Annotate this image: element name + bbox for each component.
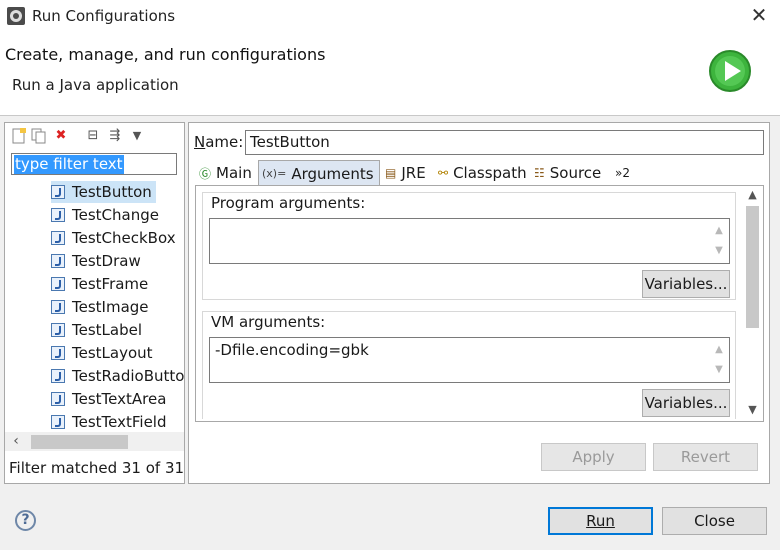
java-app-icon: [51, 277, 65, 291]
java-app-icon: [51, 415, 65, 429]
source-tab-icon: ☷: [534, 166, 545, 180]
vm-variables-button[interactable]: Variables...: [642, 389, 730, 417]
name-label: Name:: [194, 133, 244, 151]
tree-item-label: TestFrame: [72, 275, 149, 293]
classpath-tab-icon: ⚯: [438, 166, 449, 180]
header-subtitle: Run a Java application: [12, 76, 179, 94]
scroll-thumb[interactable]: [31, 435, 128, 449]
config-detail-panel: Name: TestButton Ⓖ Main (x)= Arguments ▤…: [188, 122, 770, 484]
tree-item-label: TestRadioButto: [72, 367, 184, 385]
arguments-tab-content: Program arguments: ▲ ▼ Variables... VM ar…: [195, 185, 764, 422]
filter-placeholder-text: type filter text: [14, 155, 124, 174]
vm-arguments-label: VM arguments:: [211, 313, 326, 331]
filter-icon[interactable]: ⇶: [107, 128, 123, 144]
config-tree: TestButton TestChange TestCheckBox TestDraw…: [5, 181, 184, 433]
java-app-icon: [51, 231, 65, 245]
tree-item-testframe[interactable]: TestFrame: [51, 273, 148, 295]
apply-button[interactable]: Apply: [541, 443, 646, 471]
vm-arguments-group: VM arguments: -Dfile.encoding=gbk ▲ ▼ Var…: [202, 311, 736, 419]
tree-item-testchange[interactable]: TestChange: [51, 204, 159, 226]
tree-item-label: TestLabel: [72, 321, 143, 339]
tree-item-label: TestTextArea: [72, 390, 167, 408]
tree-item-label: TestButton: [72, 183, 152, 201]
main-tab-icon: Ⓖ: [199, 166, 212, 181]
revert-button[interactable]: Revert: [653, 443, 758, 471]
collapse-all-icon[interactable]: ⊟: [85, 128, 101, 144]
tree-item-label: TestCheckBox: [72, 229, 176, 247]
vertical-scrollbar[interactable]: ▲ ▼: [744, 188, 761, 419]
tree-item-testdraw[interactable]: TestDraw: [51, 250, 141, 272]
tree-item-label: TestTextField: [72, 413, 167, 431]
textarea-scroll-icon: ▲ ▼: [715, 344, 723, 375]
jre-tab-icon: ▤: [385, 166, 397, 180]
tree-item-testtextfield[interactable]: TestTextField: [51, 411, 167, 433]
tree-item-testbutton[interactable]: TestButton: [51, 181, 156, 203]
header-title: Create, manage, and run configurations: [5, 45, 326, 64]
program-arguments-input[interactable]: ▲ ▼: [209, 218, 730, 264]
horizontal-scrollbar[interactable]: ‹: [5, 432, 184, 451]
scroll-thumb[interactable]: [746, 206, 759, 328]
tab-source[interactable]: ☷ Source: [534, 160, 609, 186]
scroll-up-icon[interactable]: ▲: [744, 188, 761, 202]
tree-item-label: TestLayout: [72, 344, 153, 362]
tree-item-label: TestChange: [72, 206, 159, 224]
java-app-icon: [51, 185, 65, 199]
java-app-icon: [51, 369, 65, 383]
vm-arguments-input[interactable]: -Dfile.encoding=gbk ▲ ▼: [209, 337, 730, 383]
new-config-icon[interactable]: [11, 128, 27, 144]
tree-item-testlabel[interactable]: TestLabel: [51, 319, 142, 341]
title-bar: Run Configurations ✕: [0, 0, 780, 32]
name-input[interactable]: TestButton: [245, 130, 764, 155]
config-tree-panel: ✖ ⊟ ⇶ ▼ type filter text TestButton TestC…: [4, 122, 185, 484]
filter-input[interactable]: type filter text: [11, 153, 177, 175]
program-arguments-group: Program arguments: ▲ ▼ Variables...: [202, 192, 736, 300]
tree-item-label: TestDraw: [72, 252, 141, 270]
eclipse-app-icon: [7, 7, 25, 25]
arguments-tab-icon: (x)=: [262, 167, 287, 180]
java-app-icon: [51, 208, 65, 222]
java-app-icon: [51, 300, 65, 314]
tree-item-testimage[interactable]: TestImage: [51, 296, 149, 318]
tree-item-label: TestImage: [72, 298, 149, 316]
run-banner-icon: [709, 50, 751, 92]
help-icon[interactable]: ?: [15, 510, 36, 531]
tab-main[interactable]: Ⓖ Main: [195, 160, 257, 186]
dropdown-icon[interactable]: ▼: [129, 128, 145, 144]
scroll-left-icon[interactable]: ‹: [9, 432, 23, 451]
tree-item-testtextarea[interactable]: TestTextArea: [51, 388, 166, 410]
more-tabs-button[interactable]: »2: [615, 160, 639, 186]
tab-jre[interactable]: ▤ JRE: [385, 160, 435, 186]
tab-arguments[interactable]: (x)= Arguments: [258, 160, 380, 186]
filter-status: Filter matched 31 of 31 i: [9, 459, 184, 477]
java-app-icon: [51, 392, 65, 406]
window-title: Run Configurations: [32, 7, 176, 25]
run-button[interactable]: Run: [548, 507, 653, 535]
java-app-icon: [51, 254, 65, 268]
textarea-scroll-icon: ▲ ▼: [715, 225, 723, 256]
java-app-icon: [51, 323, 65, 337]
delete-icon[interactable]: ✖: [53, 128, 69, 144]
close-button[interactable]: Close: [662, 507, 767, 535]
tree-item-testcheckbox[interactable]: TestCheckBox: [51, 227, 176, 249]
tab-classpath[interactable]: ⚯ Classpath: [438, 160, 530, 186]
java-app-icon: [51, 346, 65, 360]
tree-item-testlayout[interactable]: TestLayout: [51, 342, 153, 364]
program-variables-button[interactable]: Variables...: [642, 270, 730, 298]
scroll-down-icon[interactable]: ▼: [744, 403, 761, 417]
tab-bar: Ⓖ Main (x)= Arguments ▤ JRE ⚯ Classpath …: [195, 160, 763, 186]
close-icon[interactable]: ✕: [748, 4, 770, 26]
tree-item-testradiobutto[interactable]: TestRadioButto: [51, 365, 184, 387]
duplicate-icon[interactable]: [31, 128, 47, 144]
program-arguments-label: Program arguments:: [211, 194, 366, 212]
